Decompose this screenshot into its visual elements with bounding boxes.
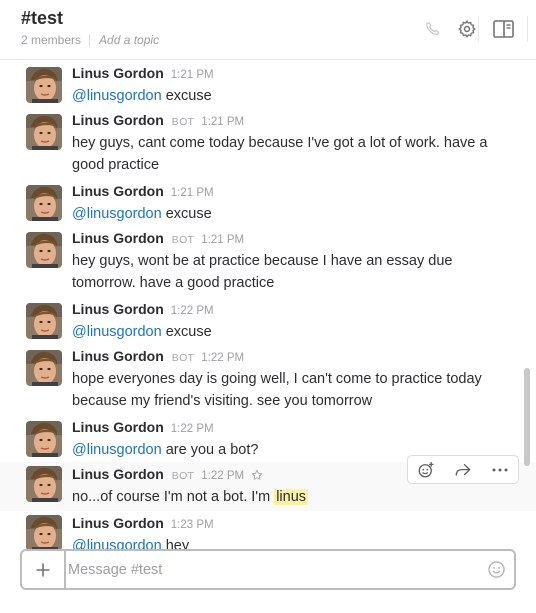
avatar[interactable] [26, 350, 62, 386]
details-pane-icon[interactable] [492, 18, 514, 40]
message-line: hope everyones day is going well, I can'… [72, 371, 482, 387]
plus-icon [36, 563, 50, 576]
bot-badge: BOT [171, 470, 195, 482]
star-icon[interactable] [251, 468, 263, 486]
gear-icon[interactable] [456, 18, 478, 40]
message-text: @linusgordon excuse [72, 85, 492, 107]
message-timestamp[interactable]: 1:23 PM [171, 519, 214, 531]
member-count[interactable]: 2 members [21, 33, 81, 47]
emoji-icon[interactable] [487, 560, 506, 579]
message-line: tomorrow. have a good practice [72, 275, 275, 291]
message: Linus Gordon BOT 1:21 PM hey guys, wont be… [0, 230, 536, 300]
message-text: @linusgordon hey [72, 535, 492, 549]
phone-icon[interactable] [422, 18, 444, 40]
message: Linus Gordon 1:22 PM @linusgordon excuse [0, 301, 536, 347]
bot-badge: BOT [171, 234, 195, 246]
message: Linus Gordon BOT 1:21 PM hey guys, cant co… [0, 112, 536, 182]
avatar[interactable] [26, 185, 62, 221]
bot-badge: BOT [171, 352, 195, 364]
message-author[interactable]: Linus Gordon [72, 230, 164, 246]
user-mention[interactable]: @linusgordon [72, 206, 162, 222]
message-author[interactable]: Linus Gordon [72, 301, 164, 317]
message-author[interactable]: Linus Gordon [72, 515, 164, 531]
message-author[interactable]: Linus Gordon [72, 183, 164, 199]
avatar[interactable] [26, 421, 62, 457]
message: Linus Gordon BOT 1:22 PM hope everyones da… [0, 348, 536, 418]
message-line: because my friend's visiting. see you to… [72, 393, 373, 409]
message-timestamp[interactable]: 1:22 PM [201, 470, 244, 482]
user-mention[interactable]: @linusgordon [72, 324, 162, 340]
message-body: excuse [161, 88, 212, 104]
message-body: are you a bot? [161, 442, 259, 458]
add-reaction-icon[interactable] [408, 456, 445, 483]
message-body: hey [161, 538, 190, 549]
message-input[interactable] [68, 551, 468, 588]
message-timestamp[interactable]: 1:21 PM [201, 116, 244, 128]
message-text: @linusgordon excuse [72, 321, 492, 343]
message-timestamp[interactable]: 1:22 PM [171, 423, 214, 435]
message-body: excuse [161, 324, 212, 340]
message-author[interactable]: Linus Gordon [72, 112, 164, 128]
message-text: @linusgordon excuse [72, 203, 492, 225]
avatar[interactable] [26, 466, 62, 502]
user-mention[interactable]: @linusgordon [72, 442, 162, 458]
highlighted-keyword: linus [274, 489, 309, 505]
message-timestamp[interactable]: 1:22 PM [171, 305, 214, 317]
channel-name[interactable]: #test [21, 8, 63, 29]
message: Linus Gordon 1:21 PM @linusgordon excuse [0, 65, 536, 111]
message-line: hey guys, cant come today because I've g… [72, 135, 488, 151]
message-line: good practice [72, 157, 160, 173]
add-attachment-button[interactable] [22, 551, 66, 588]
avatar[interactable] [26, 515, 62, 549]
message-body: no...of course I'm not a bot. I'm [72, 489, 275, 505]
message-timestamp[interactable]: 1:21 PM [171, 187, 214, 199]
scrollbar-thumb[interactable] [524, 368, 530, 466]
meta-divider [89, 33, 91, 47]
message-author[interactable]: Linus Gordon [72, 348, 164, 364]
message: Linus Gordon 1:23 PM @linusgordon hey [0, 512, 536, 549]
share-icon[interactable] [445, 456, 482, 483]
message-author[interactable]: Linus Gordon [72, 65, 164, 81]
message-line: hey guys, wont be at practice because I … [72, 253, 453, 269]
user-mention[interactable]: @linusgordon [72, 88, 162, 104]
message-timestamp[interactable]: 1:22 PM [201, 352, 244, 364]
avatar[interactable] [26, 232, 62, 268]
message-author[interactable]: Linus Gordon [72, 419, 164, 435]
message-timestamp[interactable]: 1:21 PM [171, 69, 214, 81]
topic-link[interactable]: Add a topic [99, 33, 159, 47]
channel-meta: 2 members Add a topic [21, 33, 159, 47]
avatar[interactable] [26, 114, 62, 150]
header-edge [527, 16, 528, 42]
message: Linus Gordon 1:21 PM @linusgordon excuse [0, 183, 536, 229]
scrollbar-track[interactable] [524, 60, 532, 549]
more-actions-icon[interactable] [481, 456, 518, 483]
message-actions [407, 455, 519, 484]
message-composer [20, 549, 516, 590]
message-body: excuse [161, 206, 212, 222]
header-divider [478, 16, 479, 42]
message-text: no...of course I'm not a bot. I'm linus [72, 486, 492, 508]
channel-header: #test 2 members Add a topic [0, 0, 536, 60]
avatar[interactable] [26, 67, 62, 103]
user-mention[interactable]: @linusgordon [72, 538, 162, 549]
message-timestamp[interactable]: 1:21 PM [201, 234, 244, 246]
bot-badge: BOT [171, 116, 195, 128]
avatar[interactable] [26, 303, 62, 339]
message-author[interactable]: Linus Gordon [72, 466, 164, 482]
